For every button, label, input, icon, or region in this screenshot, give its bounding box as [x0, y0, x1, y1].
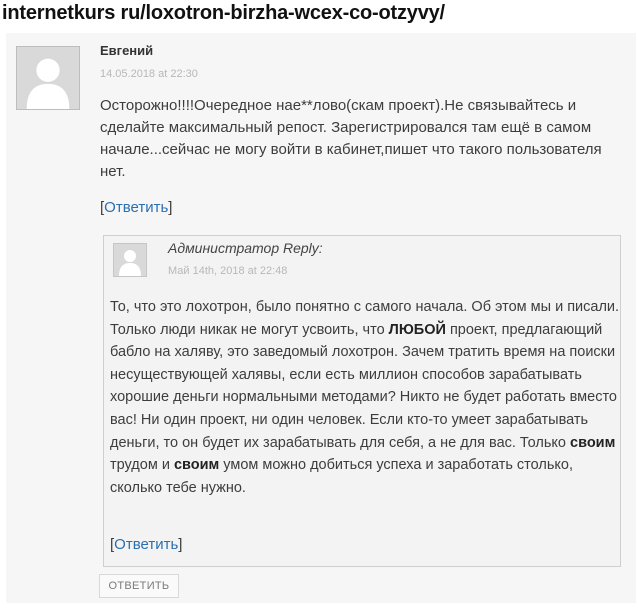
- reply-text: То, что это лохотрон, было понятно с сам…: [110, 296, 620, 499]
- bracket-close: ]: [178, 536, 183, 553]
- reply-link[interactable]: Ответить: [114, 536, 178, 553]
- bracket-close: ]: [168, 199, 173, 216]
- reply-link-container: [Ответить]: [100, 199, 172, 216]
- comment: Евгений 14.05.2018 at 22:30 Осторожно!!!…: [6, 33, 636, 603]
- reply-text-bold: своим: [570, 434, 616, 451]
- admin-avatar-icon: [113, 243, 147, 277]
- user-avatar-icon: [16, 46, 80, 110]
- reply-author: Администратор Reply:: [168, 240, 323, 256]
- page-url-header: internetkurs ru/loxotron-birzha-wcex-co-…: [2, 2, 445, 24]
- reply-text-part: трудом и: [110, 457, 174, 474]
- user-silhouette-icon: [114, 244, 146, 276]
- reply-text-part: проект, предлагающий бабло на халяву, эт…: [110, 321, 617, 451]
- user-silhouette-icon: [17, 47, 79, 109]
- reply-text-bold: своим: [173, 457, 220, 474]
- reply-button[interactable]: ОТВЕТИТЬ: [99, 574, 179, 598]
- reply-text-bold: ЛЮБОЙ: [388, 321, 446, 338]
- reply-link-container: [Ответить]: [110, 536, 182, 553]
- admin-reply: Администратор Reply: Май 14th, 2018 at 2…: [103, 235, 621, 567]
- comment-text: Осторожно!!!!Очередное нае**лово(скам пр…: [100, 97, 602, 180]
- reply-link[interactable]: Ответить: [104, 199, 168, 216]
- comment-date: 14.05.2018 at 22:30: [100, 68, 198, 80]
- comment-author: Евгений: [100, 43, 154, 58]
- reply-date: Май 14th, 2018 at 22:48: [168, 265, 288, 277]
